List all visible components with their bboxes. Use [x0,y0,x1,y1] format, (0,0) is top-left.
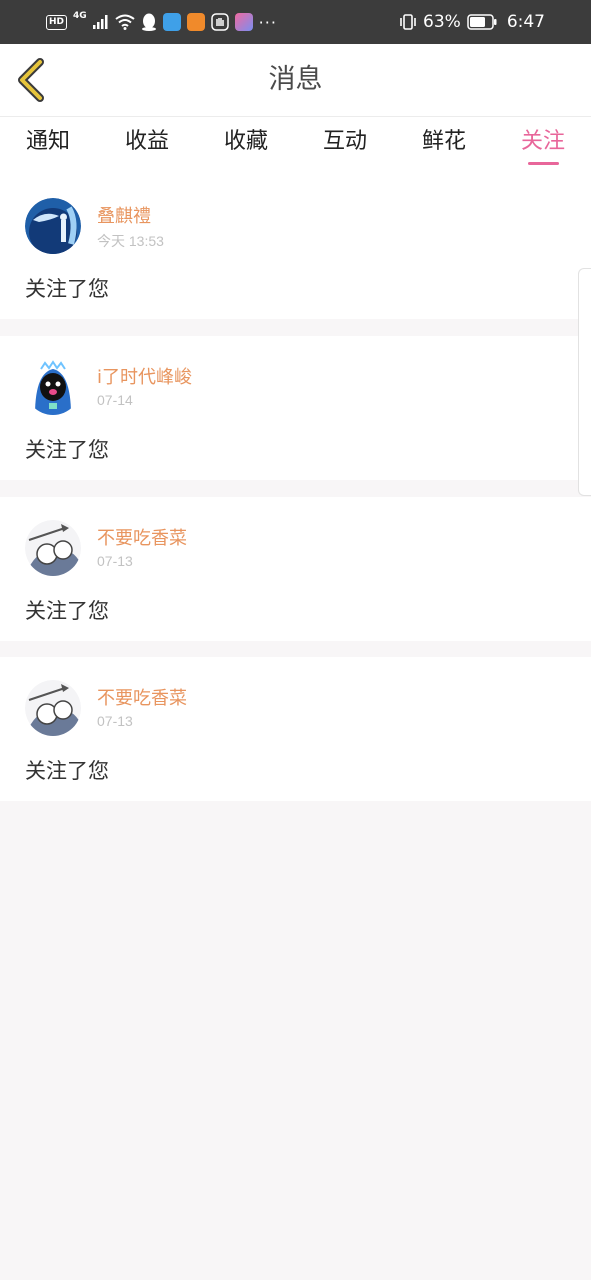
list-item[interactable]: 不要吃香菜 07-13 关注了您 [0,497,591,641]
sender-name[interactable]: 叠麒禮 [97,202,151,228]
tab-follows[interactable]: 关注 [503,117,583,167]
battery-icon [467,14,497,30]
message-time: 07-13 [97,553,133,569]
tab-notifications[interactable]: 通知 [8,117,88,167]
tab-bar: 通知 收益 收藏 互动 鲜花 关注 [0,117,591,177]
clock: 6:47 [506,12,545,32]
video-app-icon [186,13,205,31]
message-text: 关注了您 [25,438,109,462]
tab-flowers[interactable]: 鲜花 [404,117,484,167]
list-item[interactable]: i了时代峰峻 07-14 关注了您 [0,336,591,480]
vibrate-icon [400,14,416,30]
status-bar-left: HD 4G ··· [46,0,277,44]
network-type: 4G [73,11,87,21]
more-dots-icon: ··· [258,12,277,32]
wifi-icon [115,14,135,30]
qq-icon [141,13,156,31]
avatar[interactable] [25,359,81,415]
message-time: 07-13 [97,713,133,729]
message-time: 07-14 [97,392,133,408]
message-text: 关注了您 [25,599,109,623]
list-item[interactable]: 叠麒禮 今天 13:53 关注了您 [0,175,591,319]
message-time: 今天 13:53 [97,233,164,249]
avatar[interactable] [25,680,81,736]
status-bar: HD 4G ··· 63% 6:47 [0,0,591,44]
avatar[interactable] [25,198,81,254]
page-title: 消息 [268,64,323,95]
signal-icon [92,15,108,29]
flower-app-icon [234,13,253,31]
message-text: 关注了您 [25,759,109,783]
sender-name[interactable]: 不要吃香菜 [97,684,187,710]
battery-percent: 63% [423,12,461,32]
avatar[interactable] [25,520,81,576]
sender-name[interactable]: 不要吃香菜 [97,524,187,550]
message-text: 关注了您 [25,277,109,301]
tab-favorites[interactable]: 收藏 [206,117,286,167]
tab-interactions[interactable]: 互动 [305,117,385,167]
active-tab-indicator [528,162,559,165]
list-item[interactable]: 不要吃香菜 07-13 关注了您 [0,657,591,801]
sender-name[interactable]: i了时代峰峻 [97,363,192,389]
app-header: 消息 [0,44,591,117]
tab-earnings[interactable]: 收益 [107,117,187,167]
status-bar-right: 63% 6:47 [399,0,545,44]
hand-icon [210,13,229,31]
browser-icon [162,13,181,31]
hd-badge: HD [46,14,68,30]
side-scroll-handle[interactable] [578,268,591,496]
